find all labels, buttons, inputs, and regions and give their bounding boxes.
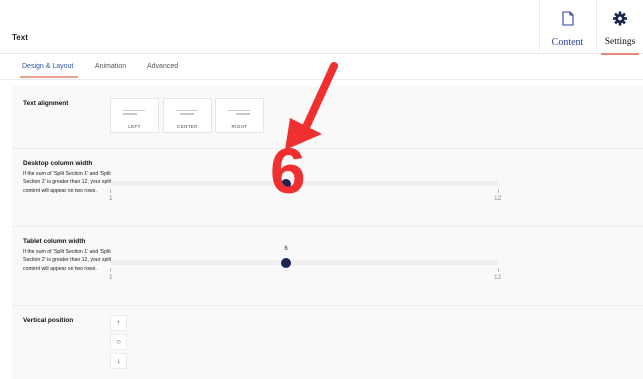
document-icon [561,11,574,31]
vertical-position-section: Vertical position ↑ ○ ↓ [12,305,643,379]
desktop-slider-thumb[interactable] [281,179,292,189]
align-left-icon [123,110,147,118]
settings-panel: Text alignment LEFT CENTER RIGHT Desktop… [12,86,643,379]
vertical-bottom-button[interactable]: ↓ [110,353,127,369]
desktop-width-section: Desktop column width If the sum of 'Spli… [12,148,643,226]
tablet-width-title: Tablet column width [23,238,86,245]
desktop-width-description: If the sum of 'Split Section 1' and 'Spl… [23,171,112,194]
vertical-position-title: Vertical position [23,317,74,324]
tablet-tick-min [110,268,111,272]
align-right-button[interactable]: RIGHT [215,98,264,133]
subtab-bar: Design & Layout Animation Advanced [0,54,643,80]
tab-settings[interactable]: Settings [596,0,643,55]
subtab-advanced[interactable]: Advanced [147,63,178,70]
text-alignment-section: Text alignment LEFT CENTER RIGHT [12,86,643,146]
tablet-slider-track[interactable] [110,260,499,265]
subtab-animation[interactable]: Animation [95,63,126,70]
desktop-slider-track[interactable] [110,181,499,186]
align-left-button[interactable]: LEFT [110,98,159,133]
center-icon: ○ [116,337,121,346]
header-bar: Text Content Settings [0,0,643,55]
arrow-down-icon: ↓ [116,356,121,365]
vertical-center-button[interactable]: ○ [110,334,127,350]
tab-settings-label: Settings [604,37,636,47]
subtab-active-underline [20,76,78,78]
tablet-min-label: 1 [109,274,113,281]
align-right-icon [228,110,252,118]
tab-content-label: Content [551,37,584,48]
align-right-label: RIGHT [231,124,248,129]
text-alignment-title: Text alignment [23,100,69,107]
desktop-max-label: 12 [494,195,502,202]
desktop-min-label: 1 [109,195,113,202]
subtab-design-layout[interactable]: Design & Layout [22,63,73,70]
tablet-max-label: 12 [494,274,502,281]
desktop-tick-min [110,189,111,193]
desktop-width-title: Desktop column width [23,160,93,167]
align-center-label: CENTER [177,124,198,129]
align-center-button[interactable]: CENTER [163,98,212,133]
tablet-width-description: If the sum of 'Split Section 1' and 'Spl… [23,249,112,272]
tab-content[interactable]: Content [539,0,595,54]
align-left-label: LEFT [128,124,141,129]
gear-icon [612,11,628,31]
arrow-up-icon: ↑ [116,318,121,327]
vertical-top-button[interactable]: ↑ [110,315,127,331]
desktop-tick-max [498,189,499,193]
tablet-slider-thumb[interactable] [281,258,292,268]
page-title: Text [12,33,28,42]
tablet-slider-value: 6 [284,246,288,252]
align-center-icon [176,110,200,118]
tablet-width-section: Tablet column width If the sum of 'Split… [12,226,643,306]
tablet-tick-max [498,268,499,272]
